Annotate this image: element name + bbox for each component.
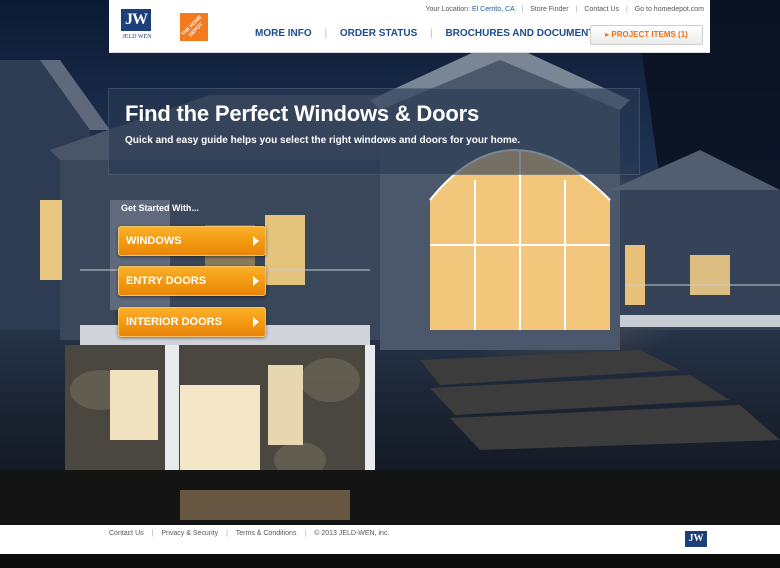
interior-doors-button-label: INTERIOR DOORS	[126, 316, 222, 328]
divider: |	[521, 6, 524, 13]
footer-copyright: © 2013 JELD-WEN, inc.	[314, 530, 390, 537]
footer-contact-link[interactable]: Contact Us	[109, 530, 144, 537]
divider: |	[625, 6, 628, 13]
windows-button-label: WINDOWS	[126, 235, 182, 247]
homedepot-logo[interactable]: THE HOME DEPOT	[180, 13, 208, 41]
divider: |	[226, 530, 228, 537]
hero-subtitle: Quick and easy guide helps you select th…	[125, 135, 521, 146]
nav-more-info[interactable]: MORE INFO	[255, 28, 312, 39]
location-link[interactable]: El Cerrito, CA	[472, 6, 514, 13]
arrow-right-icon	[253, 276, 259, 286]
hero-title: Find the Perfect Windows & Doors	[125, 101, 479, 126]
store-finder-link[interactable]: Store Finder	[530, 6, 569, 13]
site-footer: Contact Us | Privacy & Security | Terms …	[0, 525, 780, 554]
utility-bar: Your Location: El Cerrito, CA | Store Fi…	[426, 6, 704, 13]
location-label: Your Location:	[425, 6, 471, 13]
contact-us-link[interactable]: Contact Us	[584, 6, 619, 13]
footer-privacy-link[interactable]: Privacy & Security	[161, 530, 218, 537]
entry-doors-button[interactable]: ENTRY DOORS	[118, 266, 266, 296]
site-header: JW JELD WEN THE HOME DEPOT Your Location…	[109, 0, 710, 53]
nav-order-status[interactable]: ORDER STATUS	[340, 28, 417, 39]
project-items-button[interactable]: ▸ PROJECT ITEMS (1)	[590, 25, 703, 45]
jeldwen-logo[interactable]: JW JELD WEN	[119, 9, 155, 45]
get-started-label: Get Started With...	[121, 203, 199, 213]
entry-doors-button-label: ENTRY DOORS	[126, 275, 207, 287]
jeldwen-logo-mark: JW	[121, 9, 151, 31]
windows-button[interactable]: WINDOWS	[118, 226, 266, 256]
hero-panel: Find the Perfect Windows & Doors Quick a…	[108, 88, 640, 175]
arrow-right-icon	[253, 317, 259, 327]
house-illustration	[0, 0, 780, 525]
homedepot-link[interactable]: Go to homedepot.com	[635, 6, 704, 13]
main-nav: MORE INFO | ORDER STATUS | BROCHURES AND…	[255, 28, 601, 39]
hero-background-image	[0, 0, 780, 525]
footer-links: Contact Us | Privacy & Security | Terms …	[109, 530, 389, 537]
nav-brochures[interactable]: BROCHURES AND DOCUMENTS	[445, 28, 601, 39]
homedepot-logo-text: THE HOME DEPOT	[180, 14, 205, 39]
divider: |	[575, 6, 578, 13]
jeldwen-logo-wordmark: JELD WEN	[122, 34, 152, 40]
divider: |	[304, 530, 307, 537]
footer-jeldwen-logo[interactable]: JW	[685, 531, 707, 547]
footer-terms-link[interactable]: Terms & Conditions	[236, 530, 297, 537]
divider: |	[151, 530, 154, 537]
divider: |	[430, 28, 433, 39]
interior-doors-button[interactable]: INTERIOR DOORS	[118, 307, 266, 337]
bottom-strip	[0, 554, 780, 568]
divider: |	[324, 28, 328, 39]
arrow-right-icon	[253, 236, 259, 246]
